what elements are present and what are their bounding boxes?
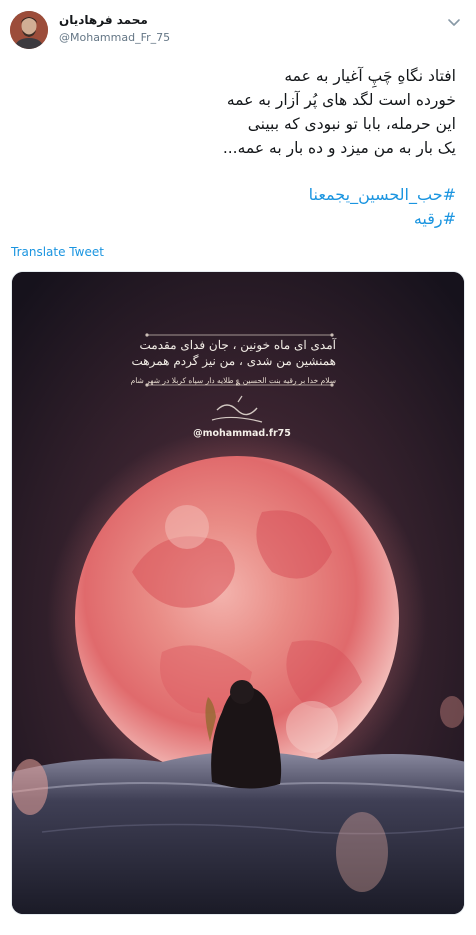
tweet-line: یک بار به من میزد و ده بار به عمه...: [222, 139, 456, 157]
hashtag-list: #حب_الحسين_يجمعنا #رقیه: [36, 183, 456, 231]
translate-tweet-link[interactable]: Translate Tweet: [11, 245, 104, 259]
tweet-card: محمد فرهادیان @Mohammad_Fr_75 افتاد نگاه…: [0, 0, 476, 935]
profile-photo: [10, 11, 48, 49]
hashtag-link[interactable]: #حب_الحسين_يجمعنا: [36, 183, 456, 207]
poem-line: آمدی ای ماه خونین ، جان فدای مقدمت: [139, 338, 337, 352]
poem-overlay: آمدی ای ماه خونین ، جان فدای مقدمت همنشی…: [130, 337, 337, 387]
chevron-down-icon[interactable]: [446, 14, 462, 30]
poem-caption: سلام خدا بر رقیه بنت الحسین ؏ طلایه دار …: [130, 376, 336, 385]
hashtag-link[interactable]: #رقیه: [36, 207, 456, 231]
tweet-line: این حرمله، بابا تو نبودی که ببینی: [247, 115, 456, 133]
tweet-text: افتاد نگاهِ چَپِ آغیار به عمه خورده است …: [36, 64, 456, 160]
tweet-line: افتاد نگاهِ چَپِ آغیار به عمه: [284, 67, 456, 85]
image-watermark: @mohammad.fr75: [193, 428, 291, 439]
poem-line: همنشین من شدی ، من نیز گردم همرهت: [131, 354, 336, 368]
author-handle[interactable]: @Mohammad_Fr_75: [59, 31, 170, 44]
author-display-name[interactable]: محمد فرهادیان: [59, 13, 148, 27]
tweet-line: خورده است لگد های پُر آزار به عمه: [226, 91, 456, 109]
avatar[interactable]: [10, 11, 48, 49]
